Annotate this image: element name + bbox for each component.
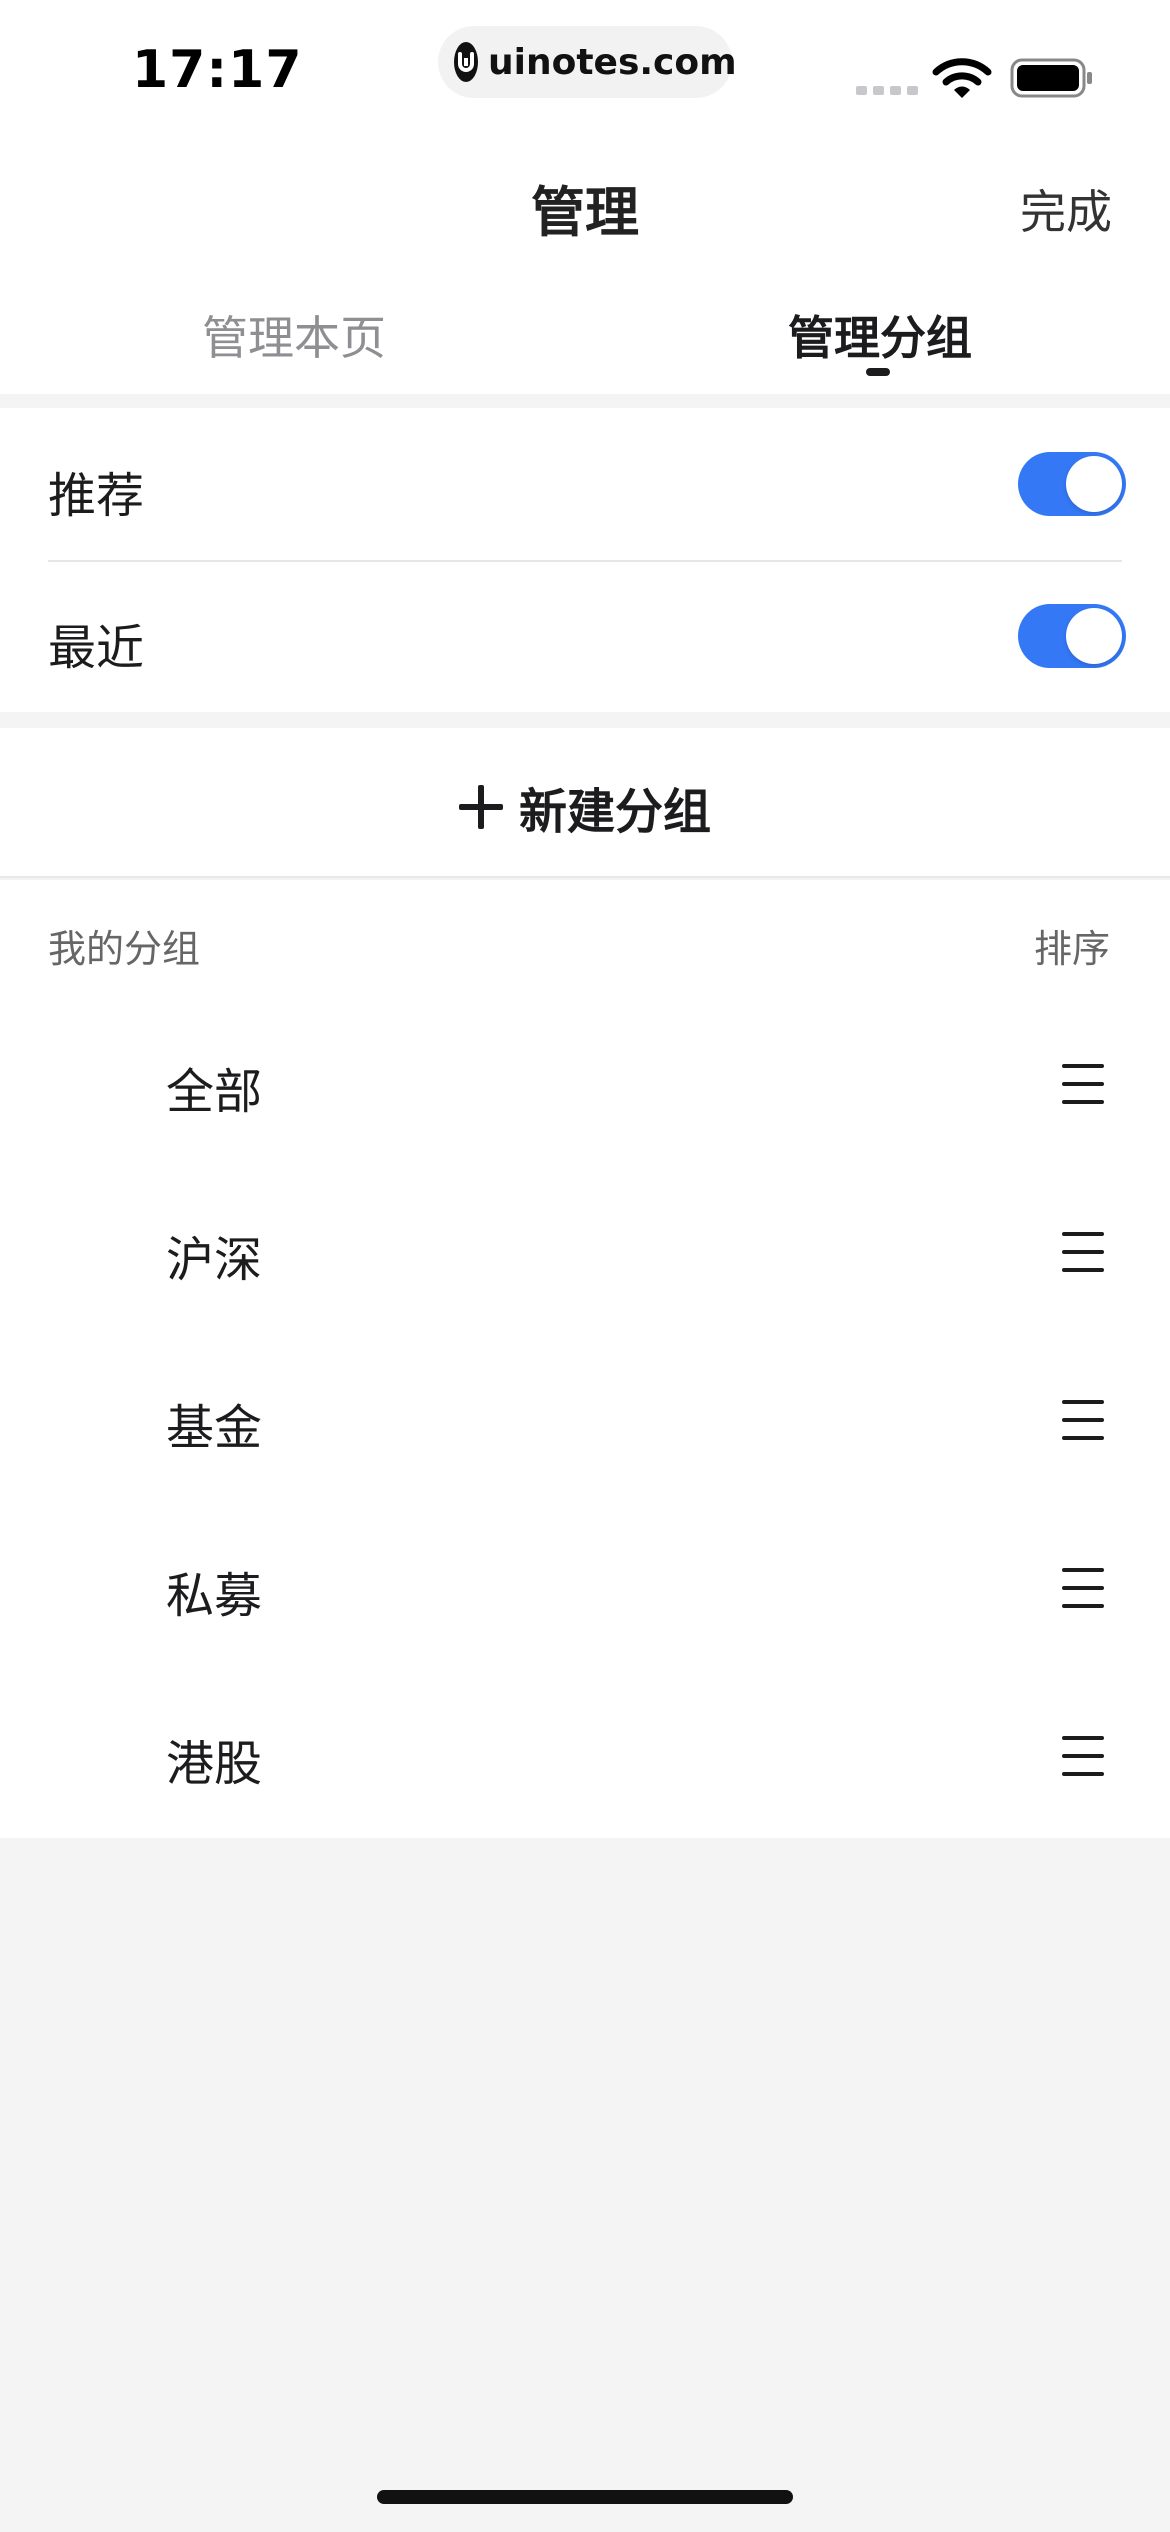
group-name: 港股 [166, 1736, 263, 1792]
screen: 17:17 uinotes.com 管理 完成 管理本页 管理分组 推荐 最近 … [0, 0, 1170, 2532]
list-item: 港股 [0, 1672, 1170, 1840]
recommended-switch[interactable] [1018, 452, 1126, 516]
status-time: 17:17 [132, 40, 303, 100]
list-item: 全部 [0, 1000, 1170, 1168]
group-name: 沪深 [166, 1232, 263, 1288]
cellular-signal-icon [856, 86, 918, 95]
done-button[interactable]: 完成 [1020, 176, 1112, 242]
my-groups-section: 我的分组 排序 全部 沪深 基金 私募 港股 [0, 880, 1170, 1838]
url-text: uinotes.com [488, 41, 737, 83]
home-indicator[interactable] [377, 2490, 793, 2504]
toggle-label: 最近 [48, 620, 145, 676]
section-title: 我的分组 [48, 927, 201, 971]
switch-knob [1066, 456, 1122, 512]
new-group-content: 新建分组 [0, 772, 1170, 842]
tab-manage-page[interactable]: 管理本页 [202, 302, 386, 368]
drag-handle-icon[interactable] [1062, 1736, 1104, 1776]
recent-switch[interactable] [1018, 604, 1126, 668]
url-pill[interactable]: uinotes.com [438, 26, 737, 98]
active-tab-indicator [866, 368, 890, 376]
battery-icon [1010, 58, 1094, 102]
site-logo-icon [454, 42, 478, 82]
toggle-label: 推荐 [48, 468, 145, 524]
sort-button[interactable]: 排序 [1034, 918, 1110, 973]
new-group-button[interactable]: 新建分组 [0, 728, 1170, 878]
new-group-label: 新建分组 [518, 784, 711, 840]
list-item: 沪深 [0, 1168, 1170, 1336]
toggle-card: 推荐 最近 [0, 408, 1170, 712]
drag-handle-icon[interactable] [1062, 1064, 1104, 1104]
group-name: 基金 [166, 1400, 263, 1456]
switch-knob [1066, 608, 1122, 664]
tab-manage-groups[interactable]: 管理分组 [788, 302, 972, 368]
toggle-row-recent: 最近 [0, 560, 1170, 712]
drag-handle-icon[interactable] [1062, 1400, 1104, 1440]
segment-tabs: 管理本页 管理分组 [0, 270, 1170, 394]
drag-handle-icon[interactable] [1062, 1232, 1104, 1272]
list-item: 私募 [0, 1504, 1170, 1672]
group-name: 全部 [166, 1064, 263, 1120]
drag-handle-icon[interactable] [1062, 1568, 1104, 1608]
plus-icon [458, 785, 503, 829]
toggle-row-recommended: 推荐 [0, 408, 1170, 560]
wifi-icon [932, 56, 992, 104]
status-bar: 17:17 uinotes.com [0, 0, 1170, 140]
section-header: 我的分组 排序 [0, 880, 1170, 1000]
nav-bar: 管理 完成 [0, 140, 1170, 270]
list-item: 基金 [0, 1336, 1170, 1504]
group-name: 私募 [166, 1568, 263, 1624]
page-title: 管理 [531, 181, 639, 244]
